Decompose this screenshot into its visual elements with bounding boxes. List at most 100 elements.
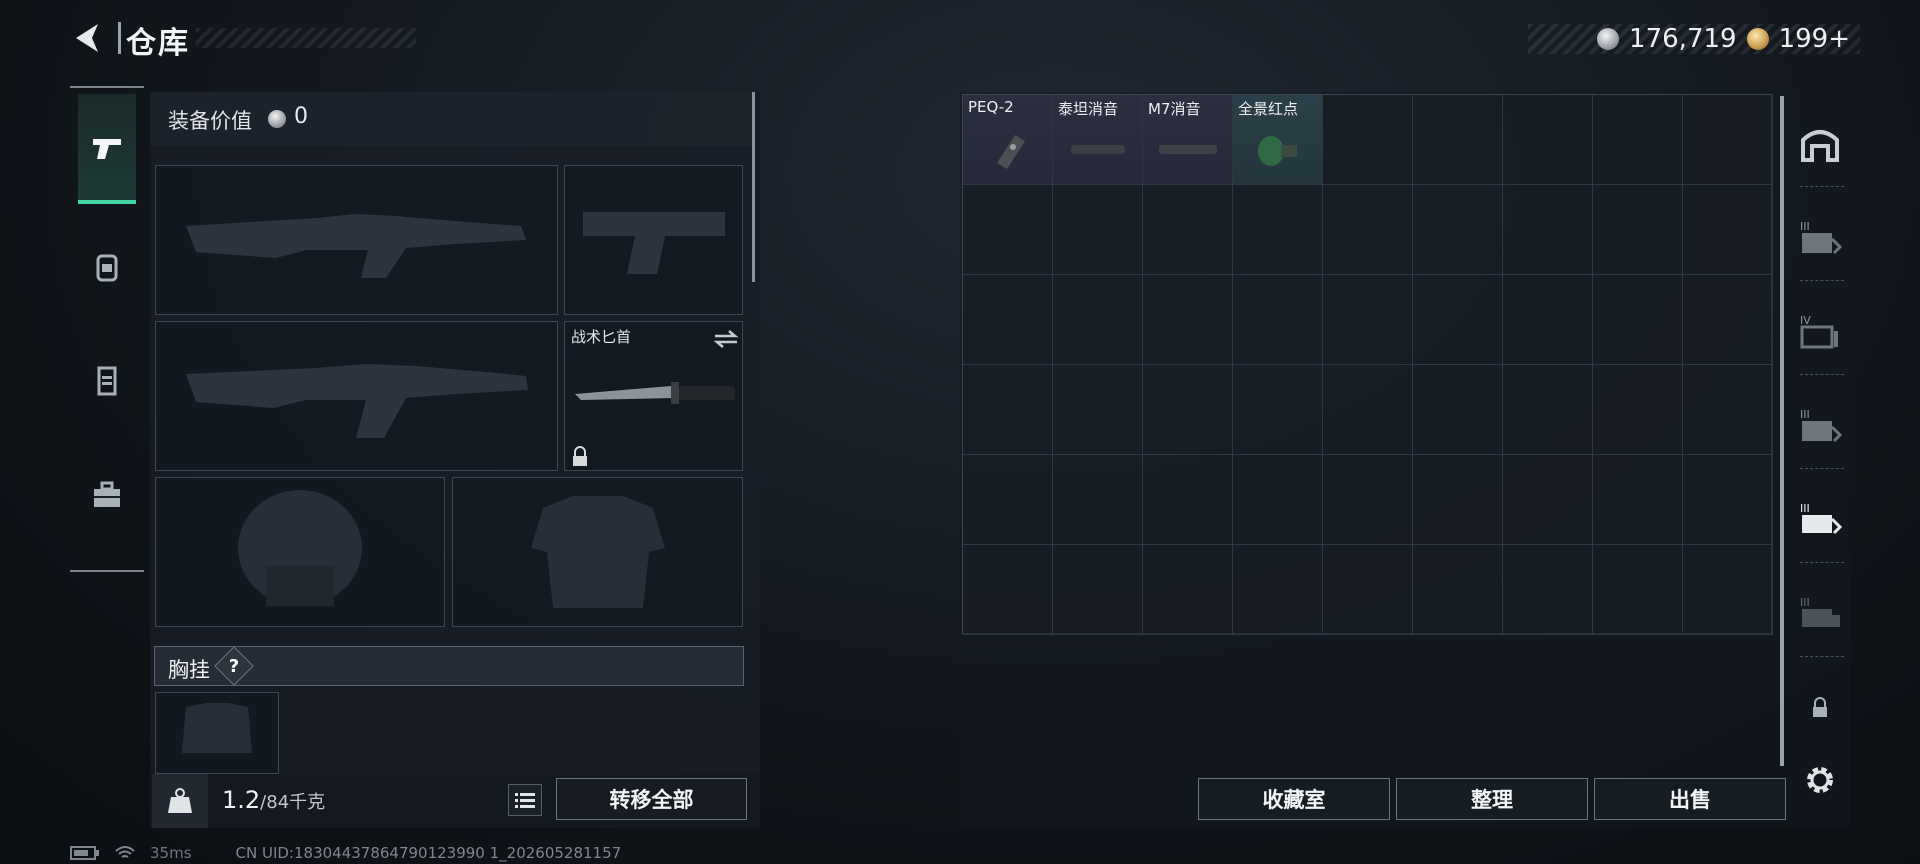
weight-max: /84千克: [260, 792, 326, 813]
storage-cell[interactable]: [1503, 275, 1593, 365]
storage-cell[interactable]: [1593, 365, 1683, 455]
storage-cell[interactable]: [1143, 185, 1233, 275]
storage-cell[interactable]: [1413, 95, 1503, 185]
storage-cell[interactable]: [1323, 275, 1413, 365]
tab-container-iii-4[interactable]: III: [1790, 574, 1850, 654]
toolbox-icon: [94, 481, 120, 507]
storage-cell[interactable]: [1683, 185, 1773, 275]
silver-amount: 176,719: [1629, 24, 1737, 54]
storage-cell[interactable]: [963, 545, 1053, 635]
storage-cell[interactable]: [1053, 275, 1143, 365]
weight-readout: 1.2/84千克: [222, 786, 325, 814]
storage-cell[interactable]: [1323, 545, 1413, 635]
nav-item-weapons[interactable]: [78, 94, 136, 204]
storage-cell[interactable]: [1053, 455, 1143, 545]
tab-container-iii-3-active[interactable]: III: [1790, 480, 1850, 560]
storage-cell[interactable]: [1323, 95, 1413, 185]
storage-cell[interactable]: [1503, 185, 1593, 275]
storage-cell[interactable]: [1323, 365, 1413, 455]
page-title: 仓库: [126, 26, 190, 61]
storage-cell[interactable]: [1143, 455, 1233, 545]
equip-value-coin-icon: [268, 110, 286, 128]
loadout-scrollbar[interactable]: [752, 92, 755, 282]
storage-cell[interactable]: [1683, 95, 1773, 185]
storage-item-titan-suppressor[interactable]: 泰坦消音: [1053, 95, 1143, 185]
gold-coin-icon: [1746, 28, 1769, 50]
storage-cell[interactable]: [1503, 455, 1593, 545]
primary-weapon-slot-2[interactable]: [155, 321, 558, 471]
storage-cell[interactable]: [1683, 275, 1773, 365]
storage-cell[interactable]: [1413, 275, 1503, 365]
nav-item-toolbox[interactable]: [78, 440, 136, 550]
storage-cell[interactable]: [1233, 545, 1323, 635]
collection-room-button[interactable]: 收藏室: [1198, 778, 1390, 820]
storage-cell[interactable]: [1323, 455, 1413, 545]
storage-cell[interactable]: [1593, 185, 1683, 275]
storage-cell[interactable]: [1593, 545, 1683, 635]
tab-locked[interactable]: [1790, 668, 1850, 748]
storage-cell[interactable]: [963, 365, 1053, 455]
primary-weapon-slot-1[interactable]: [155, 165, 558, 315]
storage-cell[interactable]: [1413, 545, 1503, 635]
organize-button[interactable]: 整理: [1396, 778, 1588, 820]
list-view-button[interactable]: [508, 784, 542, 816]
storage-cell[interactable]: [1053, 545, 1143, 635]
rifle-silhouette-icon: [186, 214, 526, 278]
nav-item-backpack[interactable]: [78, 212, 136, 322]
swap-icon[interactable]: [713, 328, 739, 350]
storage-cell[interactable]: [1143, 275, 1233, 365]
storage-cell[interactable]: [1593, 275, 1683, 365]
storage-cell[interactable]: [1233, 185, 1323, 275]
case-tier-iii-icon: III: [1800, 220, 1842, 255]
tab-storage-home[interactable]: [1790, 103, 1850, 183]
storage-cell[interactable]: [1233, 275, 1323, 365]
storage-cell[interactable]: [1143, 365, 1233, 455]
storage-cell[interactable]: [963, 185, 1053, 275]
tab-container-iv[interactable]: IV: [1790, 292, 1850, 372]
storage-cell[interactable]: [1233, 365, 1323, 455]
storage-tabs: III IV III III III: [1790, 86, 1850, 828]
storage-scrollbar[interactable]: [1780, 96, 1784, 766]
transfer-all-button[interactable]: 转移全部: [556, 778, 747, 820]
tab-container-iii-1[interactable]: III: [1790, 198, 1850, 278]
storage-cell[interactable]: [1683, 365, 1773, 455]
armor-slot[interactable]: [452, 477, 743, 627]
melee-slot[interactable]: 战术匕首: [564, 321, 743, 471]
title-decoration: [196, 28, 416, 48]
back-button[interactable]: [68, 18, 108, 58]
storage-cell[interactable]: [1053, 365, 1143, 455]
chest-rig-slot[interactable]: [155, 692, 279, 774]
storage-cell[interactable]: [1323, 185, 1413, 275]
storage-cell[interactable]: [1503, 545, 1593, 635]
storage-cell[interactable]: [1503, 95, 1593, 185]
storage-cell[interactable]: [1413, 365, 1503, 455]
pistol-slot[interactable]: [564, 165, 743, 315]
tab-container-iii-2[interactable]: III: [1790, 386, 1850, 466]
storage-cell[interactable]: [963, 275, 1053, 365]
storage-cell[interactable]: [1593, 455, 1683, 545]
storage-cell[interactable]: [1683, 455, 1773, 545]
nav-item-armor[interactable]: [78, 326, 136, 436]
storage-cell[interactable]: [1413, 455, 1503, 545]
title-separator: [118, 22, 121, 54]
helmet-slot[interactable]: [155, 477, 445, 627]
storage-cell[interactable]: [1143, 545, 1233, 635]
storage-cell[interactable]: [1233, 455, 1323, 545]
storage-item-peq2[interactable]: PEQ-2: [963, 95, 1053, 185]
settings-button[interactable]: [1800, 760, 1840, 800]
storage-item-holo-sight[interactable]: 全景红点: [1233, 95, 1323, 185]
gear-icon: [1807, 767, 1833, 793]
armor-silhouette-icon: [531, 496, 665, 608]
storage-cell[interactable]: [1593, 95, 1683, 185]
storage-cell[interactable]: [963, 455, 1053, 545]
item-name: 全景红点: [1238, 100, 1299, 118]
storage-cell[interactable]: [1503, 365, 1593, 455]
sell-button[interactable]: 出售: [1594, 778, 1786, 820]
storage-item-m7-suppressor[interactable]: M7消音: [1143, 95, 1233, 185]
storage-cell[interactable]: [1053, 185, 1143, 275]
holo-sight-icon: [1258, 136, 1297, 166]
storage-cell[interactable]: [1413, 185, 1503, 275]
storage-cell[interactable]: [1683, 545, 1773, 635]
help-button[interactable]: ?: [220, 652, 248, 680]
case-tier-iv-icon: IV: [1800, 314, 1838, 349]
